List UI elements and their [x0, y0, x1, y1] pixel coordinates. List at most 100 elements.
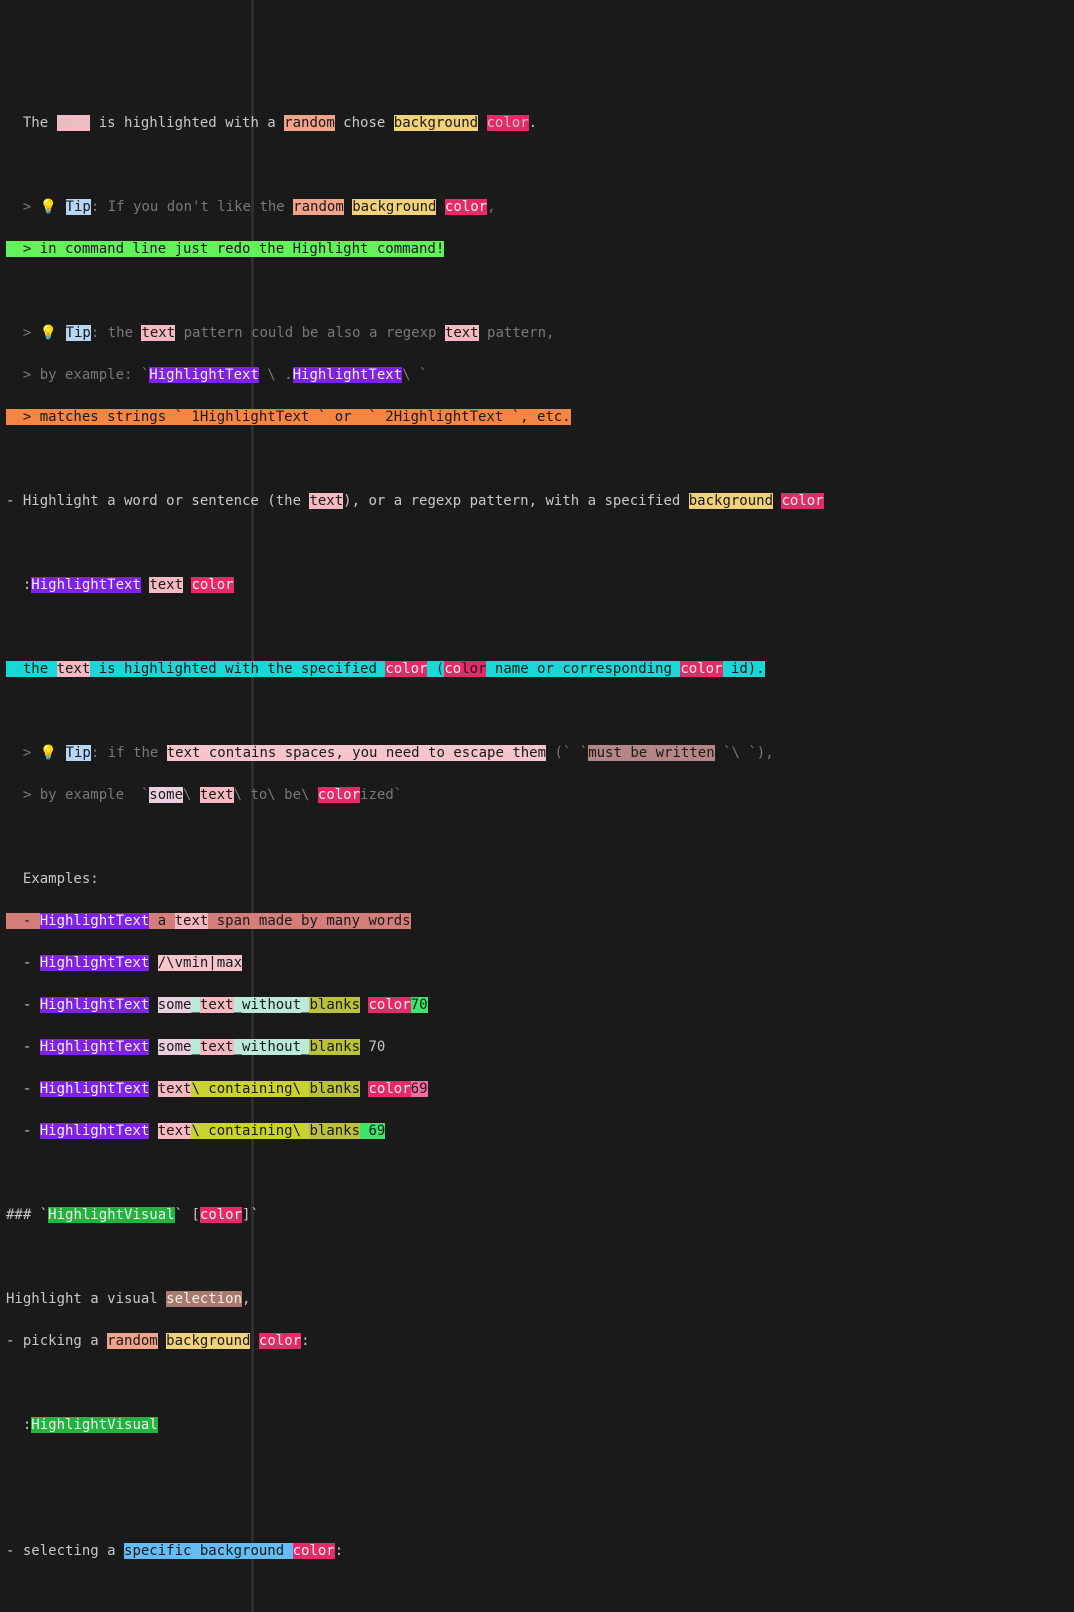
code-line: - HighlightText /\vmin|max [0, 953, 1074, 974]
hl-span: text contains spaces, you need to escape… [167, 745, 546, 761]
hl-background: background [394, 115, 478, 131]
hl-specific: specific background [124, 1543, 293, 1559]
code-line: :HighlightText text color [0, 575, 1074, 596]
code-line: the text is highlighted with the specifi… [0, 659, 1074, 680]
blank-line [0, 1163, 1074, 1184]
hl-cmd: HighlightText [31, 577, 141, 593]
hl-text: text [200, 787, 234, 803]
code-line: > 💡 Tip: If you don't like the random ba… [0, 197, 1074, 218]
code-line: - HighlightText some_text_without_blanks… [0, 995, 1074, 1016]
code-line: - HighlightText some_text_without_blanks… [0, 1037, 1074, 1058]
hl-yellowgreen: \ containing\ [191, 1123, 309, 1139]
hl-random: random [293, 199, 344, 215]
blank-line [0, 1499, 1074, 1520]
hl-blanks: blanks [309, 997, 360, 1013]
hl-text: text [175, 913, 209, 929]
hl-some: some [149, 787, 183, 803]
hl-color: color [487, 115, 529, 131]
hl-some: some [158, 997, 192, 1013]
hl-num: 69 [368, 1123, 385, 1139]
code-line: - HighlightText text\ containing\ blanks… [0, 1079, 1074, 1100]
hl-text: text [57, 661, 91, 677]
hl-text: text [149, 577, 183, 593]
code-line: - selecting a specific background color: [0, 1541, 1074, 1562]
hl-color-partial: lor [461, 661, 486, 677]
hl-tip: Tip [66, 325, 91, 341]
hl-color: color [293, 1543, 335, 1559]
hl-random: random [107, 1333, 158, 1349]
hl-text: text [200, 997, 234, 1013]
hl-color: color [191, 577, 233, 593]
hl-must: must be written [588, 745, 714, 761]
hl-cmd: HighlightText [40, 1123, 150, 1139]
hl-mint: _without_ [234, 997, 310, 1013]
hl-color: color [781, 493, 823, 509]
hl-random: random [284, 115, 335, 131]
code-line: - HighlightText text\ containing\ blanks… [0, 1121, 1074, 1142]
hl-line: > matches strings ` 1HighlightText ` or … [6, 409, 571, 425]
hl-color: color [259, 1333, 301, 1349]
blank-line [0, 701, 1074, 722]
blank-line [0, 449, 1074, 470]
hl-color: color [680, 661, 722, 677]
hl-text: text [309, 493, 343, 509]
code-line: > matches strings ` 1HighlightText ` or … [0, 407, 1074, 428]
hl-color: color [368, 997, 410, 1013]
blank-line [0, 155, 1074, 176]
hl-cmd: HighlightText [40, 913, 150, 929]
hl-cmd: HighlightText [40, 1039, 150, 1055]
hl-tip: Tip [66, 199, 91, 215]
hl-text: text [200, 1039, 234, 1055]
hl-text: text [57, 115, 91, 131]
hl-cmd: HighlightText [149, 367, 259, 383]
blank-line [0, 533, 1074, 554]
hl-mint: _without_ [234, 1039, 310, 1055]
hl-text: text [158, 1081, 192, 1097]
hl-blanks: blanks [309, 1081, 360, 1097]
hl-line: - HighlightText a text span made by many… [6, 913, 411, 929]
hl-background: background [352, 199, 436, 215]
blank-line [0, 1457, 1074, 1478]
hl-color: color [385, 661, 427, 677]
hl-mint: _ [191, 997, 199, 1013]
hl-mint: _ [191, 1039, 199, 1055]
hl-yellowgreen: \ containing\ [191, 1081, 309, 1097]
hl-some: some [158, 1039, 192, 1055]
code-line: > by example `some\ text\ to\ be\ colori… [0, 785, 1074, 806]
hl-num: 70 [411, 997, 428, 1013]
hl-line: the text is highlighted with the specifi… [6, 661, 765, 677]
hl-background: background [689, 493, 773, 509]
hl-text: text [141, 325, 175, 341]
code-line: > 💡 Tip: if the text contains spaces, yo… [0, 743, 1074, 764]
blank-line [0, 1247, 1074, 1268]
code-line: - HighlightText a text span made by many… [0, 911, 1074, 932]
code-line: > 💡 Tip: the text pattern could be also … [0, 323, 1074, 344]
hl-color: color [368, 1081, 410, 1097]
hl-cmd: HighlightText [40, 1081, 150, 1097]
hl-text: text [445, 325, 479, 341]
hl-cmd: HighlightText [293, 367, 403, 383]
hl-cmd: HighlightText [40, 997, 150, 1013]
code-line: Examples: [0, 869, 1074, 890]
hl-cmd: HighlightVisual [31, 1417, 157, 1433]
blank-line [0, 1583, 1074, 1604]
code-line: > in command line just redo the Highligh… [0, 239, 1074, 260]
hl-background: background [166, 1333, 250, 1349]
code-line: - picking a random background color: [0, 1331, 1074, 1352]
blank-line [0, 617, 1074, 638]
hl-cmd: HighlightText [40, 955, 150, 971]
hl-num: 69 [411, 1081, 428, 1097]
code-line: :HighlightVisual [0, 1415, 1074, 1436]
blank-line [0, 827, 1074, 848]
blank-line [0, 281, 1074, 302]
hl-color: color [445, 199, 487, 215]
hl-selection: selection [166, 1291, 242, 1307]
hl-cmd: HighlightVisual [48, 1207, 174, 1223]
hl-blanks: blanks [309, 1123, 360, 1139]
code-line: > by example: `HighlightText \ .Highligh… [0, 365, 1074, 386]
hl-color: co [444, 661, 461, 677]
hl-tip: Tip [66, 745, 91, 761]
hl-color: color [318, 787, 360, 803]
code-line: - Highlight a word or sentence (the text… [0, 491, 1074, 512]
hl-line: > in command line just redo the Highligh… [6, 241, 444, 257]
